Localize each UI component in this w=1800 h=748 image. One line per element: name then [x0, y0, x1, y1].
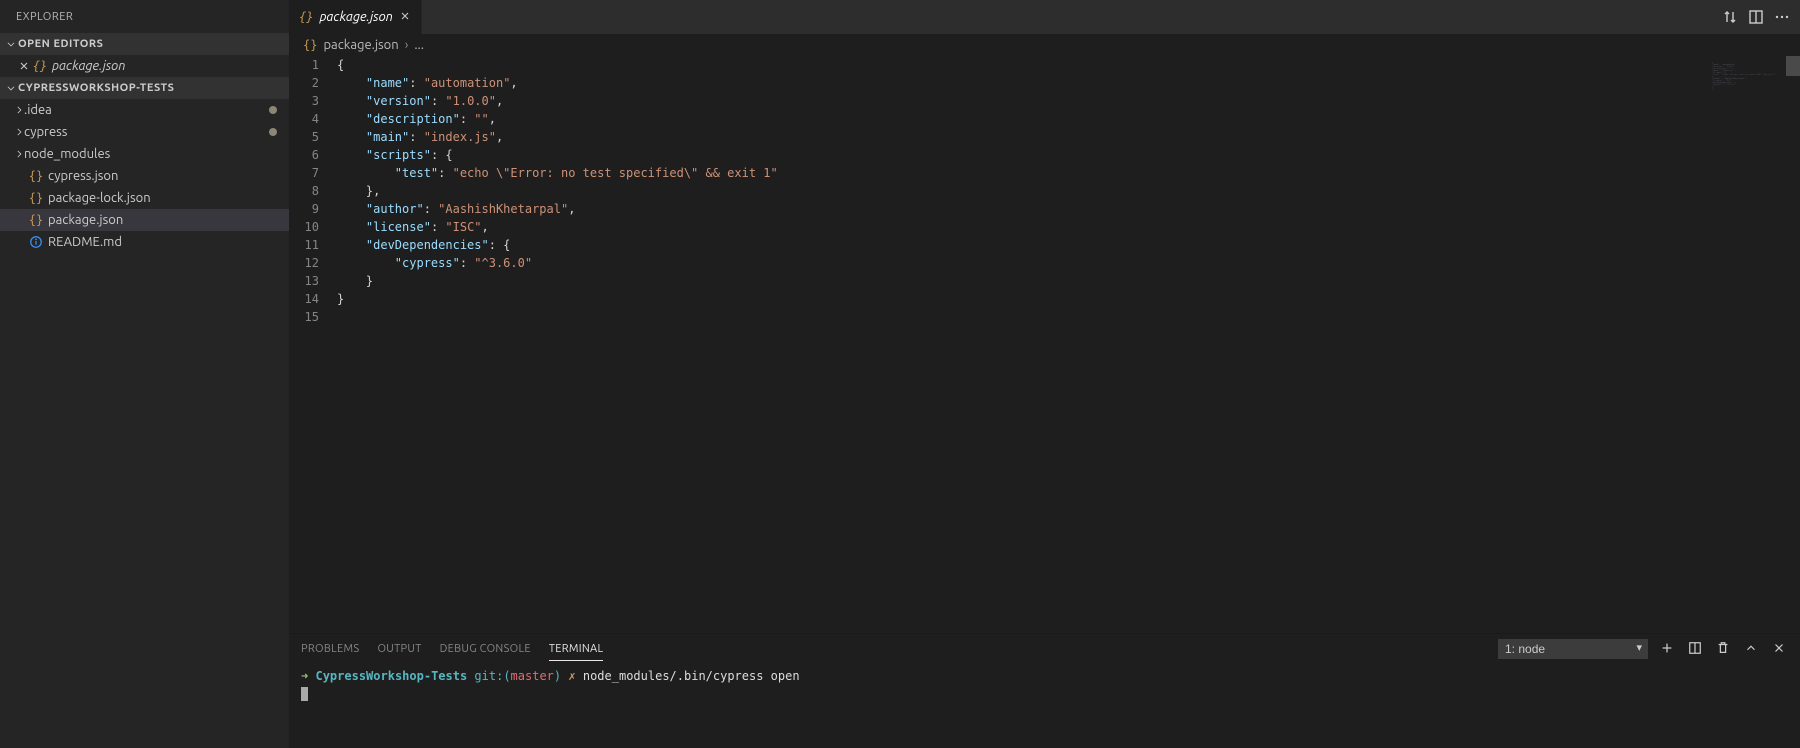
terminal-selector-wrap: 1: node [1498, 639, 1648, 659]
workspace-label: CYPRESSWORKSHOP-TESTS [18, 82, 174, 94]
open-editors-label: OPEN EDITORS [18, 38, 103, 50]
tab-output[interactable]: OUTPUT [377, 638, 421, 660]
tab-problems[interactable]: PROBLEMS [301, 638, 359, 660]
json-icon: {} [28, 191, 44, 205]
term-git-close: ) [554, 669, 561, 683]
split-terminal-icon[interactable] [1688, 641, 1704, 657]
line-number: 3 [289, 92, 337, 110]
term-branch: master [511, 669, 554, 683]
breadcrumb-file: package.json [323, 38, 398, 52]
term-dirty: ✗ [568, 669, 575, 683]
scrollbar-thumb[interactable] [1786, 56, 1800, 76]
file-tree: .ideacypressnode_modules{}cypress.json{}… [0, 99, 289, 253]
line-number: 9 [289, 200, 337, 218]
term-command: node_modules/.bin/cypress open [583, 669, 800, 683]
tree-file[interactable]: {} package-lock.json [0, 187, 289, 209]
tree-file[interactable]: README.md [0, 231, 289, 253]
line-number: 14 [289, 290, 337, 308]
panel-tabs: PROBLEMS OUTPUT DEBUG CONSOLE TERMINAL 1… [289, 634, 1800, 664]
tree-folder[interactable]: node_modules [0, 143, 289, 165]
json-icon: {} [303, 38, 317, 52]
tree-item-label: package.json [48, 213, 123, 227]
tree-folder[interactable]: cypress [0, 121, 289, 143]
tree-item-label: cypress.json [48, 169, 118, 183]
open-editors-header[interactable]: OPEN EDITORS [0, 33, 289, 55]
split-editor-icon[interactable] [1748, 9, 1764, 25]
open-editor-filename: package.json [52, 59, 125, 73]
chevron-down-icon [4, 39, 18, 49]
compare-icon[interactable] [1722, 9, 1738, 25]
chevron-right-icon: › [405, 38, 409, 52]
minimap[interactable]: { "name": "automation", "version": "1.0.… [1712, 62, 1782, 92]
workspace-header[interactable]: CYPRESSWORKSHOP-TESTS [0, 77, 289, 99]
terminal-cursor [301, 687, 308, 701]
tab-terminal[interactable]: TERMINAL [549, 638, 604, 661]
close-panel-icon[interactable] [1772, 641, 1788, 657]
terminal-output[interactable]: ➜ CypressWorkshop-Tests git:(master) ✗ n… [289, 664, 1800, 748]
code-editor[interactable]: 123456789101112131415 { "name": "automat… [289, 56, 1800, 633]
tree-file[interactable]: {} cypress.json [0, 165, 289, 187]
modified-dot-icon [269, 106, 277, 114]
tree-item-label: cypress [24, 125, 67, 139]
breadcrumb-trail: ... [414, 38, 424, 52]
line-number: 2 [289, 74, 337, 92]
open-editor-item[interactable]: {} package.json [0, 55, 289, 77]
more-icon[interactable] [1774, 9, 1790, 25]
line-number: 13 [289, 272, 337, 290]
tab-debug-console[interactable]: DEBUG CONSOLE [440, 638, 531, 660]
explorer-title: EXPLORER [0, 0, 289, 33]
line-number: 8 [289, 182, 337, 200]
tab-package-json[interactable]: {} package.json [289, 0, 422, 34]
tree-item-label: .idea [24, 103, 52, 117]
new-terminal-icon[interactable] [1660, 641, 1676, 657]
info-icon [28, 235, 44, 249]
tree-file[interactable]: {} package.json [0, 209, 289, 231]
explorer-sidebar: EXPLORER OPEN EDITORS {} package.json CY… [0, 0, 289, 748]
chevron-right-icon [14, 149, 24, 159]
trash-icon[interactable] [1716, 641, 1732, 657]
tree-item-label: README.md [48, 235, 122, 249]
json-icon: {} [28, 169, 44, 183]
line-number: 11 [289, 236, 337, 254]
chevron-down-icon [4, 83, 18, 93]
json-icon: {} [28, 213, 44, 227]
terminal-selector[interactable]: 1: node [1498, 639, 1648, 659]
breadcrumb[interactable]: {} package.json › ... [289, 34, 1800, 56]
chevron-right-icon [14, 127, 24, 137]
chevron-right-icon [14, 105, 24, 115]
json-icon: {} [32, 59, 48, 73]
tree-item-label: package-lock.json [48, 191, 151, 205]
tree-item-label: node_modules [24, 147, 110, 161]
tree-folder[interactable]: .idea [0, 99, 289, 121]
line-number: 5 [289, 128, 337, 146]
line-number: 4 [289, 110, 337, 128]
line-number: 12 [289, 254, 337, 272]
line-number-gutter: 123456789101112131415 [289, 56, 337, 633]
editor-tabs: {} package.json [289, 0, 1800, 34]
line-number: 15 [289, 308, 337, 326]
code-content[interactable]: { "name": "automation", "version": "1.0.… [337, 56, 1800, 633]
close-icon[interactable] [16, 60, 32, 72]
bottom-panel: PROBLEMS OUTPUT DEBUG CONSOLE TERMINAL 1… [289, 633, 1800, 748]
line-number: 10 [289, 218, 337, 236]
json-icon: {} [299, 10, 313, 24]
line-number: 7 [289, 164, 337, 182]
tab-actions [1722, 0, 1800, 34]
tab-label: package.json [319, 10, 392, 24]
chevron-up-icon[interactable] [1744, 641, 1760, 657]
close-icon[interactable] [399, 10, 411, 25]
line-number: 6 [289, 146, 337, 164]
panel-controls: 1: node [1498, 639, 1788, 659]
main-area: {} package.json {} package.json › ... 12… [289, 0, 1800, 748]
term-cwd: CypressWorkshop-Tests [315, 669, 467, 683]
modified-dot-icon [269, 128, 277, 136]
term-prompt-arrow: ➜ [301, 669, 308, 683]
term-git-label: git:( [474, 669, 510, 683]
line-number: 1 [289, 56, 337, 74]
